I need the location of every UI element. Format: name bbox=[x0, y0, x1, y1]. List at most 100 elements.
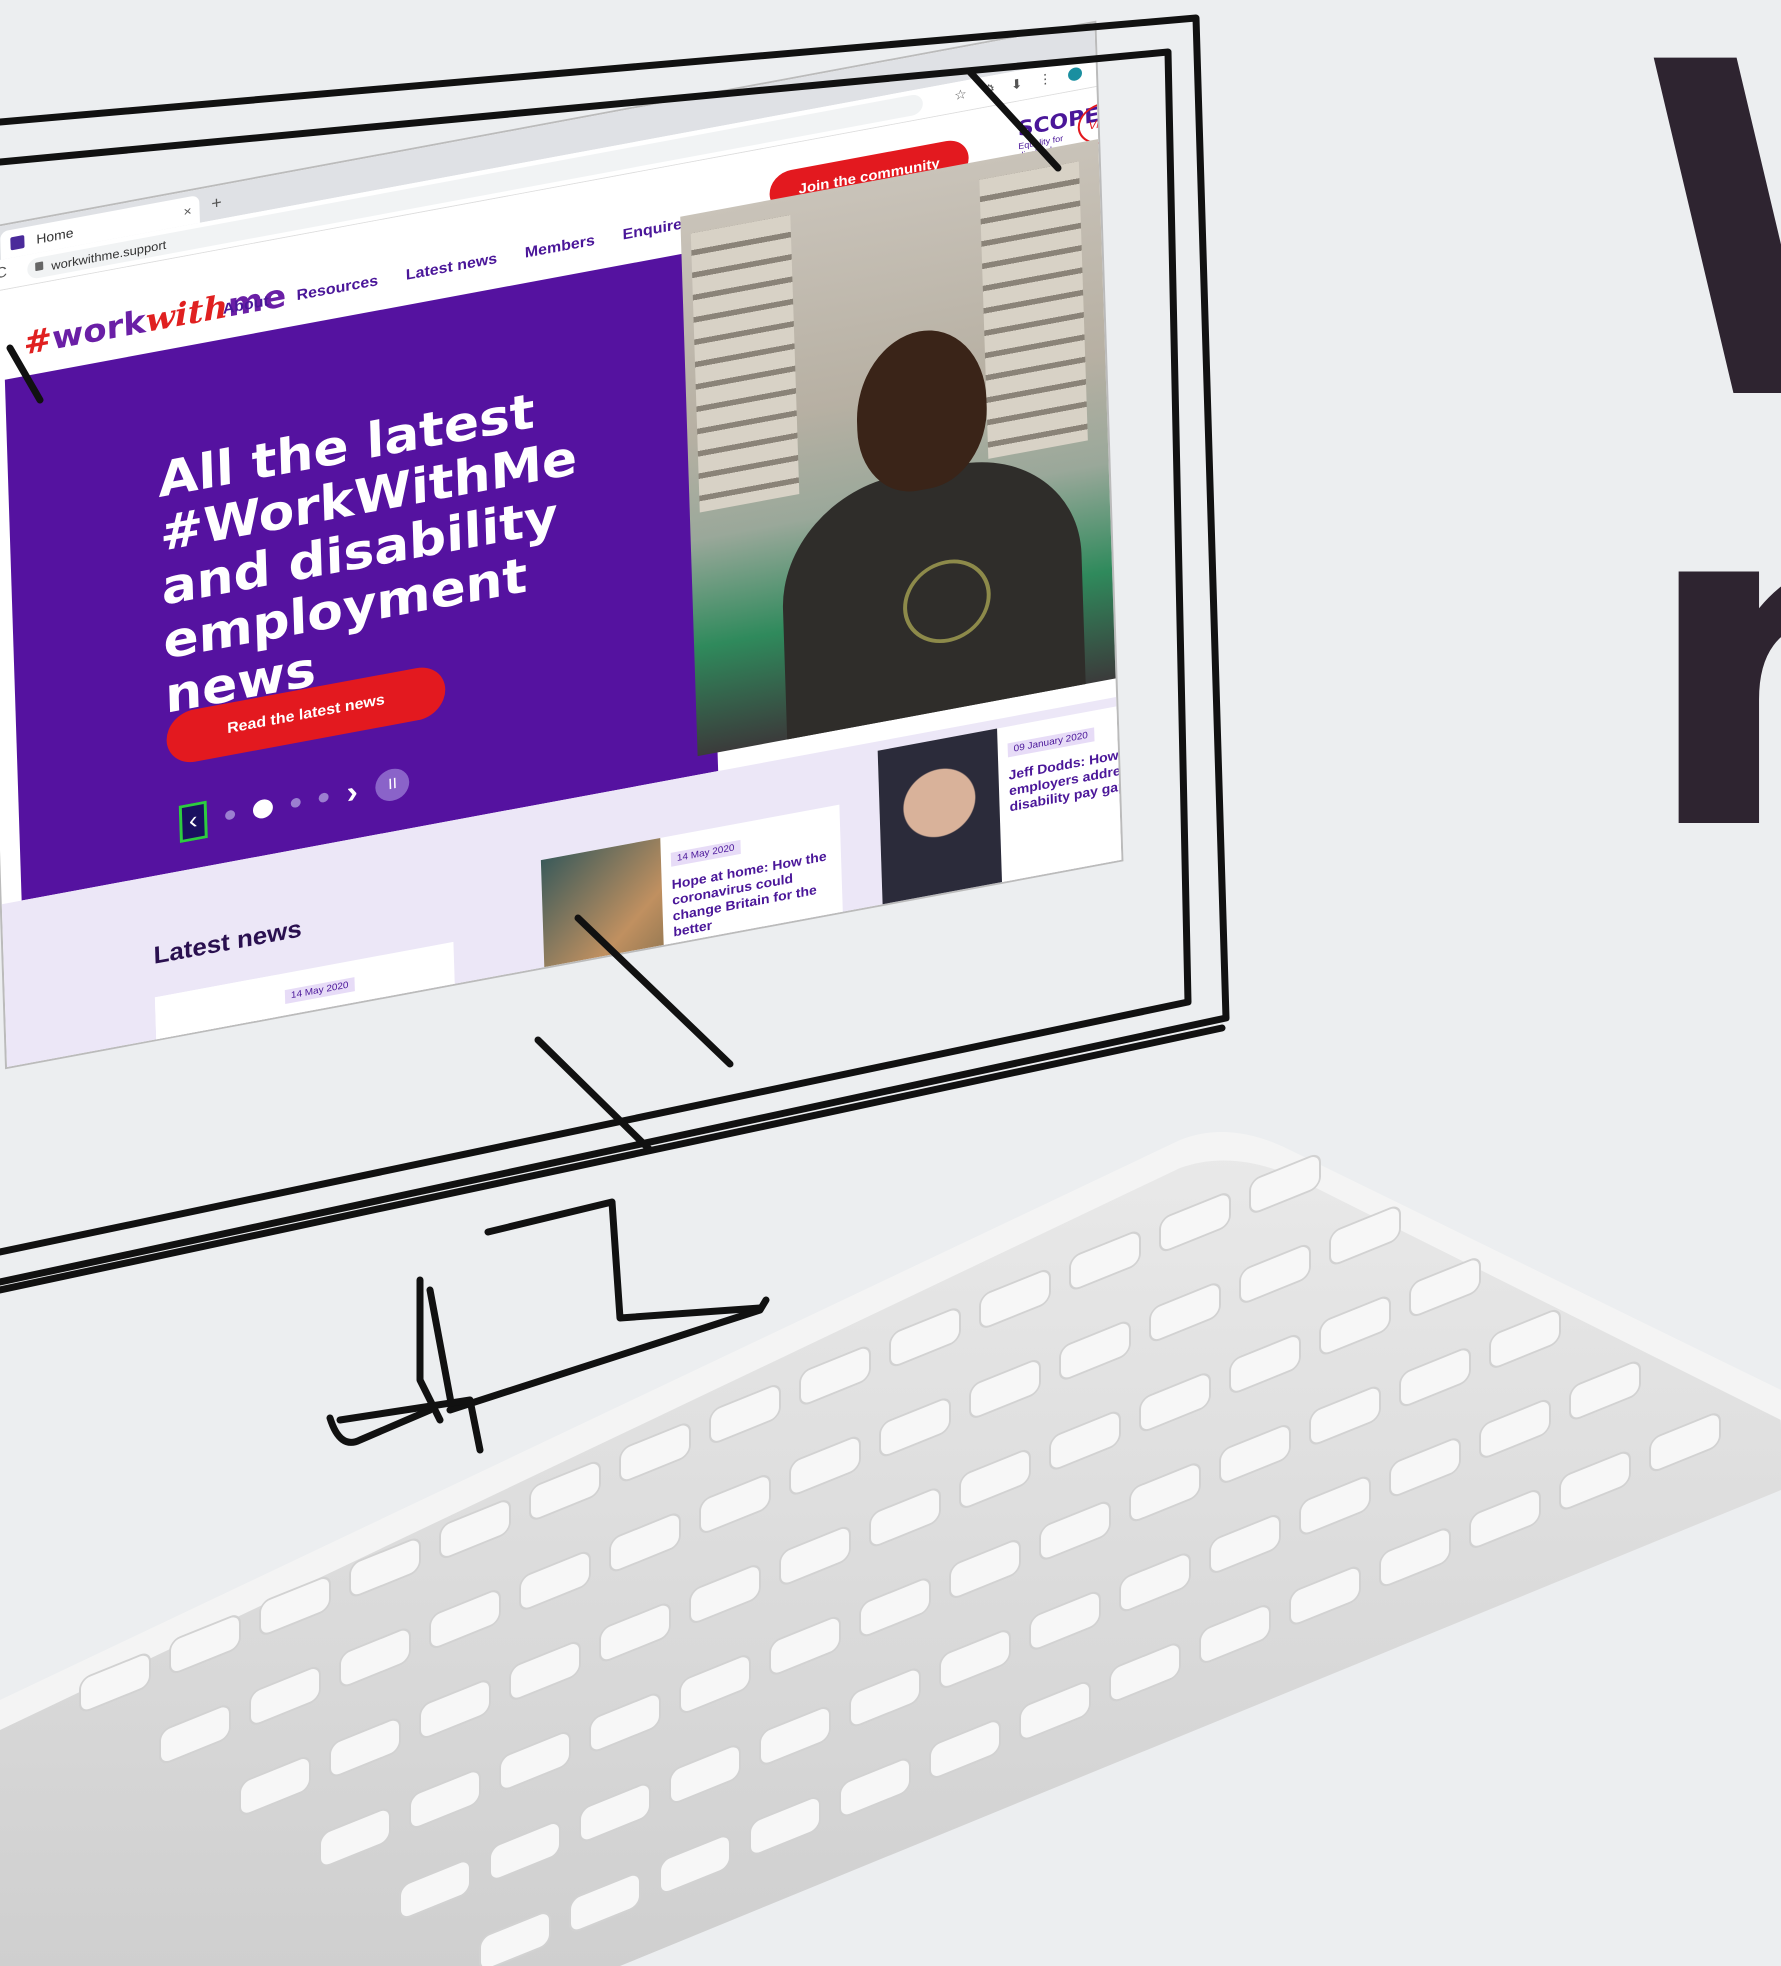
keyboard-key bbox=[499, 1731, 571, 1790]
keyboard-key bbox=[579, 1783, 651, 1842]
keyboard-key bbox=[589, 1693, 661, 1752]
profile-avatar[interactable] bbox=[1067, 66, 1083, 83]
lock-icon bbox=[35, 261, 44, 272]
keyboard-key bbox=[249, 1666, 321, 1725]
keyboard-key bbox=[1059, 1321, 1131, 1380]
keyboard-key bbox=[1649, 1413, 1721, 1472]
hero-photo bbox=[680, 137, 1122, 757]
photo-building bbox=[690, 215, 800, 513]
keyboard-key bbox=[879, 1398, 951, 1457]
keyboard-key bbox=[1249, 1154, 1321, 1213]
keyboard-key bbox=[79, 1653, 151, 1712]
keyboard-key bbox=[669, 1745, 741, 1804]
keyboard-key bbox=[259, 1576, 331, 1635]
keyboard-key bbox=[979, 1269, 1051, 1328]
keyboard-key bbox=[659, 1835, 731, 1894]
keyboard-key bbox=[1309, 1386, 1381, 1445]
keyboard-key bbox=[1159, 1193, 1231, 1252]
keyboard-key bbox=[1489, 1309, 1561, 1368]
keyboard-key bbox=[699, 1475, 771, 1534]
keyboard-key bbox=[349, 1538, 421, 1597]
keyboard-key bbox=[749, 1796, 821, 1855]
carousel-dot[interactable] bbox=[290, 797, 301, 809]
news-card-logo: exb bbox=[154, 975, 280, 1067]
keyboard-key bbox=[419, 1680, 491, 1739]
keyboard-key bbox=[1199, 1605, 1271, 1663]
news-card-image bbox=[540, 837, 666, 1019]
keyboard-key bbox=[619, 1423, 691, 1482]
keyboard-key bbox=[1209, 1515, 1281, 1573]
favicon-icon bbox=[10, 234, 25, 251]
keyboard-key bbox=[959, 1450, 1031, 1508]
keyboard-key bbox=[689, 1565, 761, 1624]
keyboard-key bbox=[1119, 1553, 1191, 1612]
keyboard-key bbox=[399, 1860, 471, 1919]
keyboard-key bbox=[1109, 1643, 1181, 1702]
keyboard-key bbox=[1289, 1566, 1361, 1625]
news-card-date: 14 May 2020 bbox=[284, 977, 355, 1005]
news-card[interactable]: 14 May 2020 Hope at home: How the corona… bbox=[540, 804, 845, 1019]
carousel-dot-active[interactable] bbox=[252, 797, 274, 821]
new-tab-button[interactable]: + bbox=[211, 193, 222, 214]
keyboard-key bbox=[489, 1821, 561, 1880]
close-icon[interactable]: × bbox=[183, 196, 192, 225]
news-card-image bbox=[877, 728, 1003, 909]
carousel-pause-button[interactable]: II bbox=[375, 765, 411, 804]
keyboard-key bbox=[1319, 1296, 1391, 1355]
keyboard-key bbox=[319, 1808, 391, 1867]
news-card-date: 14 May 2020 bbox=[670, 839, 741, 867]
keyboard-key bbox=[1229, 1334, 1301, 1393]
keyboard-key bbox=[1469, 1489, 1541, 1548]
nav-members[interactable]: Members bbox=[525, 233, 595, 263]
keyboard-key bbox=[609, 1513, 681, 1572]
keyboard-key bbox=[679, 1655, 751, 1714]
keyboard-key bbox=[869, 1488, 941, 1547]
nav-latest-news[interactable]: Latest news bbox=[406, 251, 498, 285]
carousel-controls: ‹ › II bbox=[178, 763, 411, 844]
carousel-prev-button[interactable]: ‹ bbox=[178, 800, 208, 844]
keyboard-key bbox=[1019, 1681, 1091, 1740]
keyboard-key bbox=[709, 1385, 781, 1443]
carousel-dot[interactable] bbox=[318, 792, 329, 804]
keyboard-key bbox=[409, 1770, 481, 1829]
tab-title: Home bbox=[36, 224, 74, 247]
carousel-next-button[interactable]: › bbox=[346, 773, 358, 811]
linkedin-icon[interactable]: in bbox=[1110, 332, 1122, 369]
keyboard-key bbox=[1149, 1283, 1221, 1342]
keyboard-key bbox=[1399, 1348, 1471, 1407]
keyboard-key bbox=[1069, 1231, 1141, 1290]
keyboard-key bbox=[159, 1705, 231, 1764]
keyboard-key bbox=[1029, 1591, 1101, 1650]
keyboard-key bbox=[779, 1526, 851, 1585]
news-heading: Latest news bbox=[153, 914, 303, 970]
keyboard-key bbox=[339, 1628, 411, 1687]
keyboard-key bbox=[1129, 1463, 1201, 1522]
keyboard-key bbox=[599, 1603, 671, 1662]
keyboard-key bbox=[1569, 1361, 1641, 1420]
keyboard-key bbox=[949, 1540, 1021, 1598]
reload-icon[interactable]: C bbox=[0, 264, 7, 283]
keyboard-key bbox=[529, 1461, 601, 1520]
facebook-icon[interactable]: f bbox=[1109, 300, 1122, 337]
keyboard-key bbox=[1479, 1399, 1551, 1458]
share-more-icon[interactable]: + bbox=[1112, 395, 1122, 432]
keyboard-key bbox=[1379, 1528, 1451, 1587]
carousel-dot[interactable] bbox=[224, 809, 236, 821]
nav-resources[interactable]: Resources bbox=[296, 273, 378, 305]
keyboard-key bbox=[849, 1668, 921, 1727]
keyboard-key bbox=[1039, 1501, 1111, 1560]
keyboard-key bbox=[1329, 1206, 1401, 1265]
keyboard-key bbox=[519, 1551, 591, 1610]
twitter-icon[interactable]: t bbox=[1111, 363, 1122, 401]
monitor-screen: Home × + C ☆ ⚙ ⬇ ⋮ #workwithme About Res… bbox=[0, 22, 1122, 1067]
keyboard-key bbox=[889, 1308, 961, 1367]
keyboard-key bbox=[859, 1578, 931, 1637]
keyboard-key bbox=[839, 1758, 911, 1817]
keyboard-key bbox=[929, 1720, 1001, 1779]
news-card-date: 09 January 2020 bbox=[1007, 727, 1095, 758]
keyboard-key bbox=[1049, 1411, 1121, 1470]
keyboard-key bbox=[569, 1873, 641, 1932]
keyboard-key bbox=[479, 1911, 551, 1966]
keyboard-key bbox=[759, 1706, 831, 1765]
keyboard-key bbox=[1559, 1451, 1631, 1510]
